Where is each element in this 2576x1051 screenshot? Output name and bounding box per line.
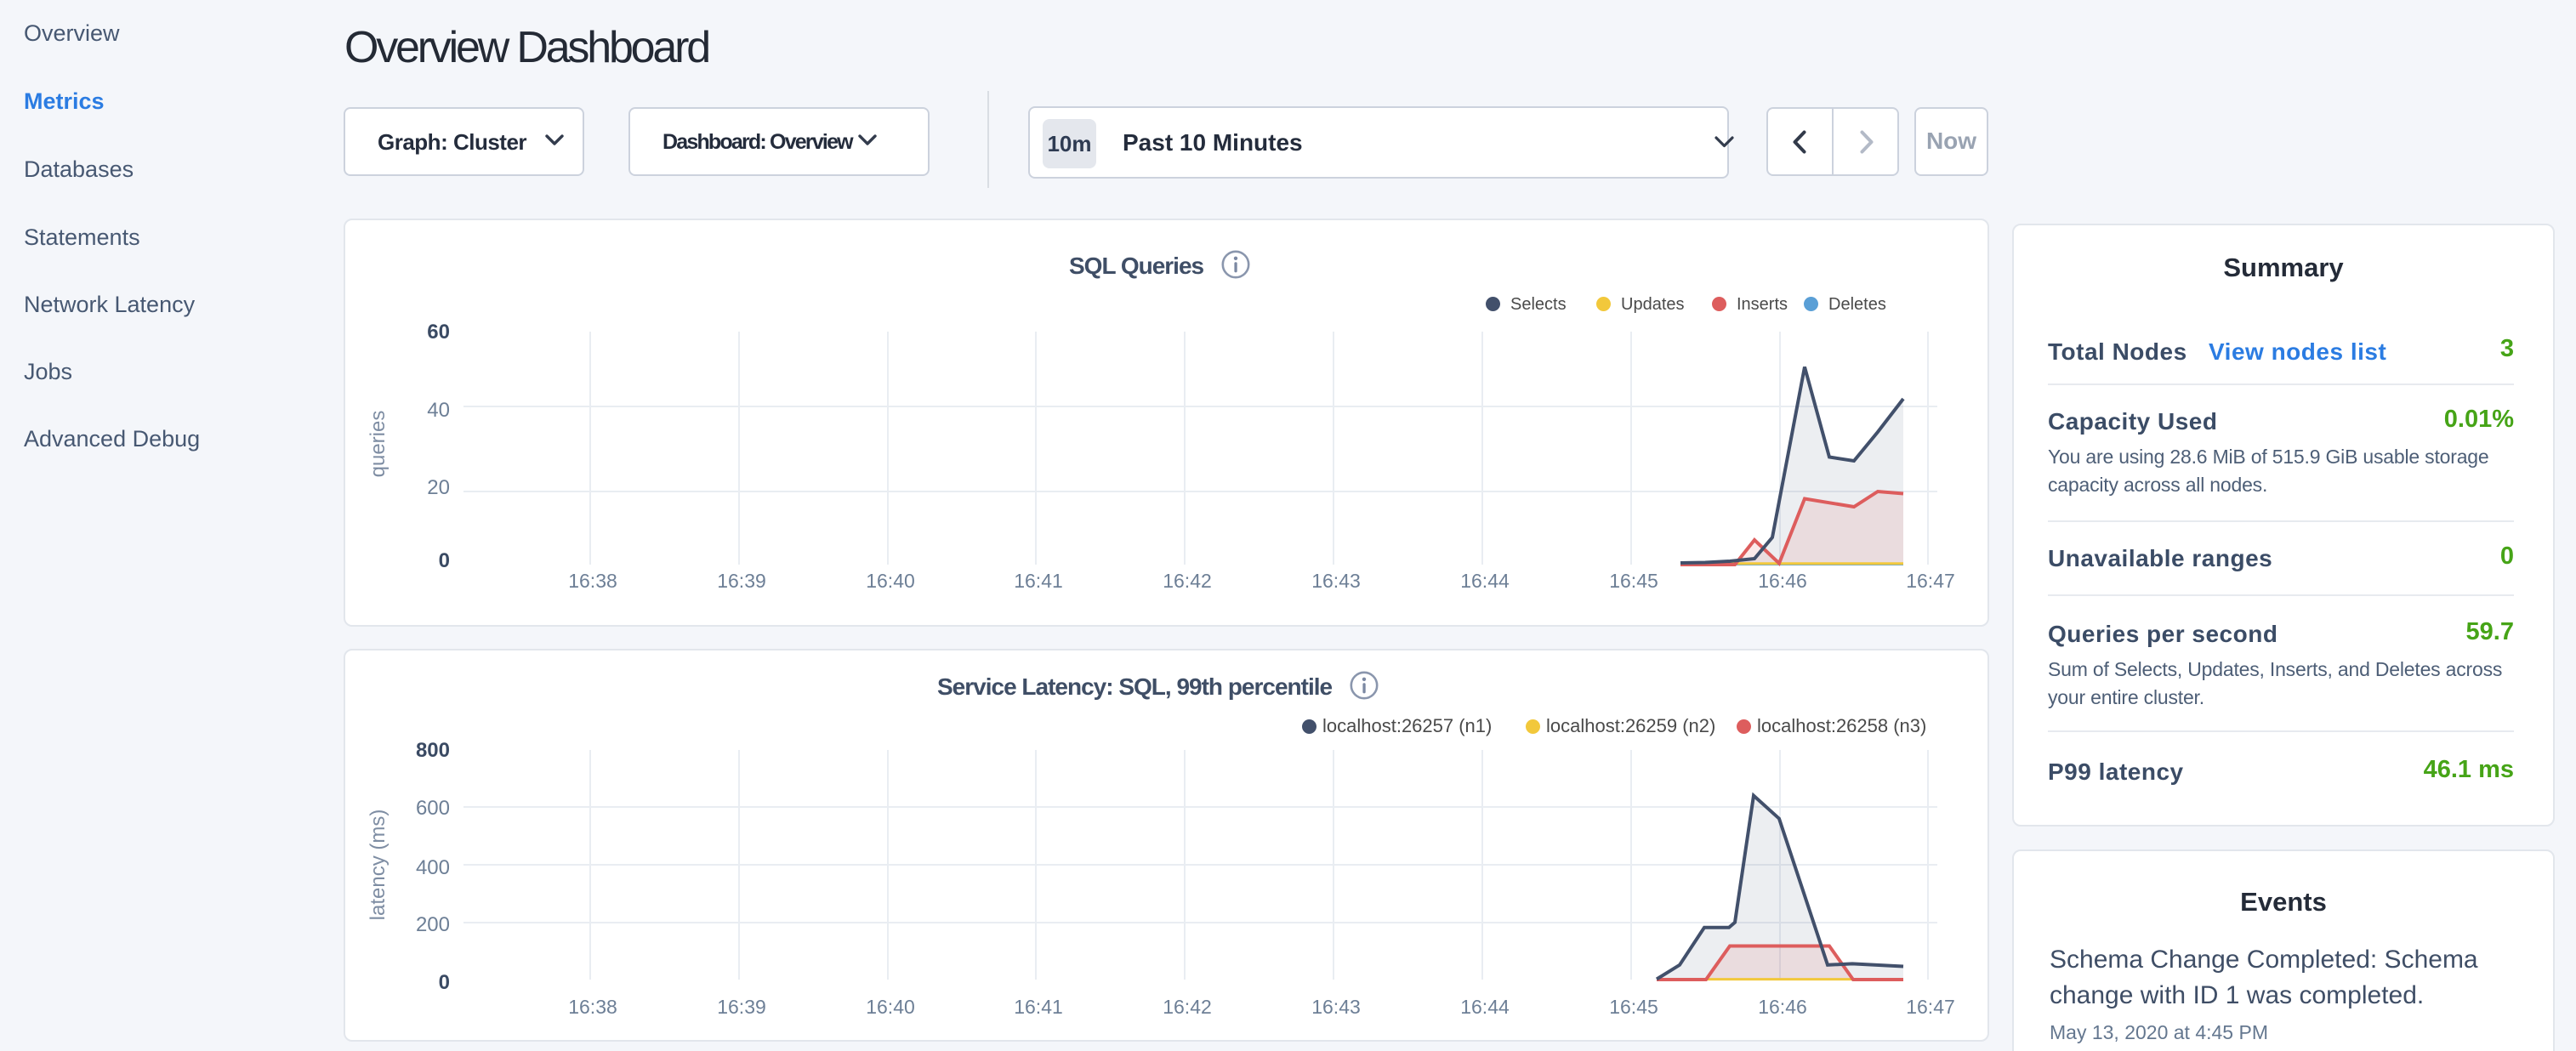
svg-text:60: 60 — [427, 321, 450, 344]
svg-text:16:44: 16:44 — [1460, 570, 1510, 592]
svg-text:16:44: 16:44 — [1460, 996, 1510, 1018]
svg-text:16:38: 16:38 — [568, 996, 617, 1018]
svg-text:16:39: 16:39 — [717, 570, 766, 592]
svg-text:16:46: 16:46 — [1758, 570, 1807, 592]
svg-text:16:45: 16:45 — [1609, 570, 1658, 592]
svg-text:200: 200 — [416, 913, 450, 936]
svg-text:400: 400 — [416, 856, 450, 879]
svg-text:40: 40 — [427, 399, 450, 422]
svg-text:16:42: 16:42 — [1163, 570, 1212, 592]
svg-text:16:41: 16:41 — [1014, 996, 1063, 1018]
svg-text:16:47: 16:47 — [1906, 570, 1955, 592]
svg-text:16:40: 16:40 — [866, 996, 915, 1018]
svg-text:16:43: 16:43 — [1311, 996, 1361, 1018]
svg-text:16:45: 16:45 — [1609, 996, 1658, 1018]
svg-text:16:38: 16:38 — [568, 570, 617, 592]
svg-text:16:42: 16:42 — [1163, 996, 1212, 1018]
svg-text:20: 20 — [427, 476, 450, 499]
svg-text:16:47: 16:47 — [1906, 996, 1955, 1018]
svg-text:16:46: 16:46 — [1758, 996, 1807, 1018]
svg-text:0: 0 — [439, 971, 450, 994]
svg-text:16:41: 16:41 — [1014, 570, 1063, 592]
svg-text:queries: queries — [367, 411, 390, 478]
svg-text:800: 800 — [416, 739, 450, 762]
svg-text:16:40: 16:40 — [866, 570, 915, 592]
svg-text:600: 600 — [416, 797, 450, 820]
svg-text:16:43: 16:43 — [1311, 570, 1361, 592]
svg-text:16:39: 16:39 — [717, 996, 766, 1018]
svg-text:0: 0 — [439, 549, 450, 572]
svg-text:latency (ms): latency (ms) — [367, 810, 390, 921]
